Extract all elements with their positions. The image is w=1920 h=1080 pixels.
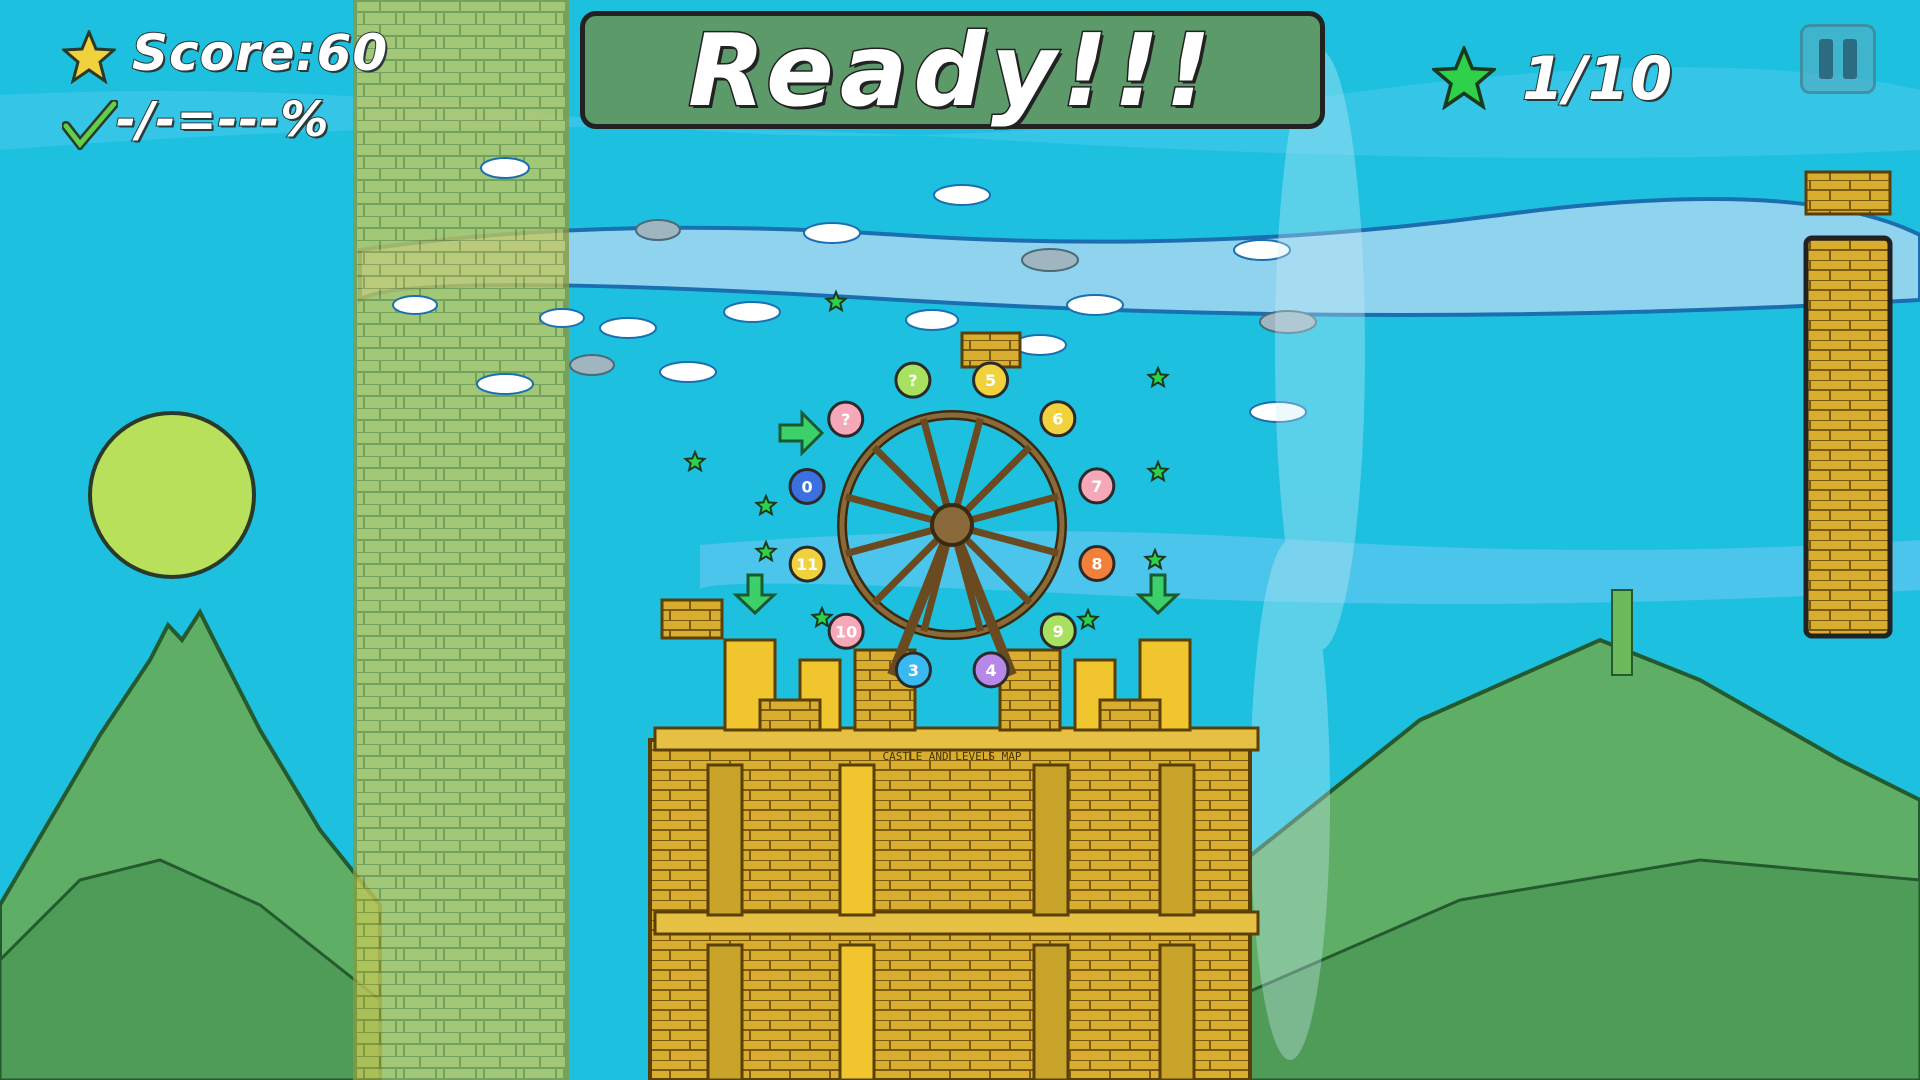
wheel-gondola-number: 3: [908, 661, 919, 680]
ferris-wheel: 5 6 7 8 9 4 3 10 11 0??: [788, 361, 1116, 689]
wheel-gondola-number: 4: [986, 661, 997, 680]
pause-button[interactable]: [1800, 24, 1876, 94]
star-icon: [62, 30, 116, 84]
banner-text: Ready!!!: [687, 10, 1217, 130]
green-star-icon: [1432, 46, 1496, 110]
wheel-gondola-number: 9: [1053, 622, 1064, 641]
wheel-gondola-number: 7: [1091, 477, 1102, 496]
wheel-gondola-number: 0: [801, 477, 812, 496]
game-stage: CASTLE AND LEVELS MAP 5 6 7 8 9 4 3 10 11 0?? Sco…: [0, 0, 1920, 1080]
progress-label: -/-=---%: [115, 91, 330, 149]
background-tower: [353, 0, 569, 1080]
wheel-gondola-number: 8: [1091, 555, 1102, 574]
temple-sign: CASTLE AND LEVELS MAP: [882, 750, 1021, 763]
wheel-gondola-number: 5: [985, 371, 996, 390]
wheel-gondola-number: 6: [1052, 410, 1063, 429]
checkmark-icon: [62, 100, 118, 150]
score-label: Score:60: [131, 23, 389, 83]
wheel-gondola-number: 10: [835, 622, 857, 641]
status-banner: Ready!!!: [580, 10, 1325, 130]
wheel-gondola-number: 11: [796, 555, 818, 574]
wheel-gondola-number: ?: [908, 371, 917, 390]
wheel-gondola-number: ?: [841, 410, 850, 429]
stars-collected-counter: 1/10: [1521, 43, 1674, 115]
sun: [88, 411, 256, 579]
pause-icon: [1819, 39, 1833, 79]
side-wall: [1803, 170, 1893, 639]
pause-icon-bar: [1843, 39, 1857, 79]
game-scene: CASTLE AND LEVELS MAP 5 6 7 8 9 4 3 10 11 0??: [0, 0, 1920, 1080]
